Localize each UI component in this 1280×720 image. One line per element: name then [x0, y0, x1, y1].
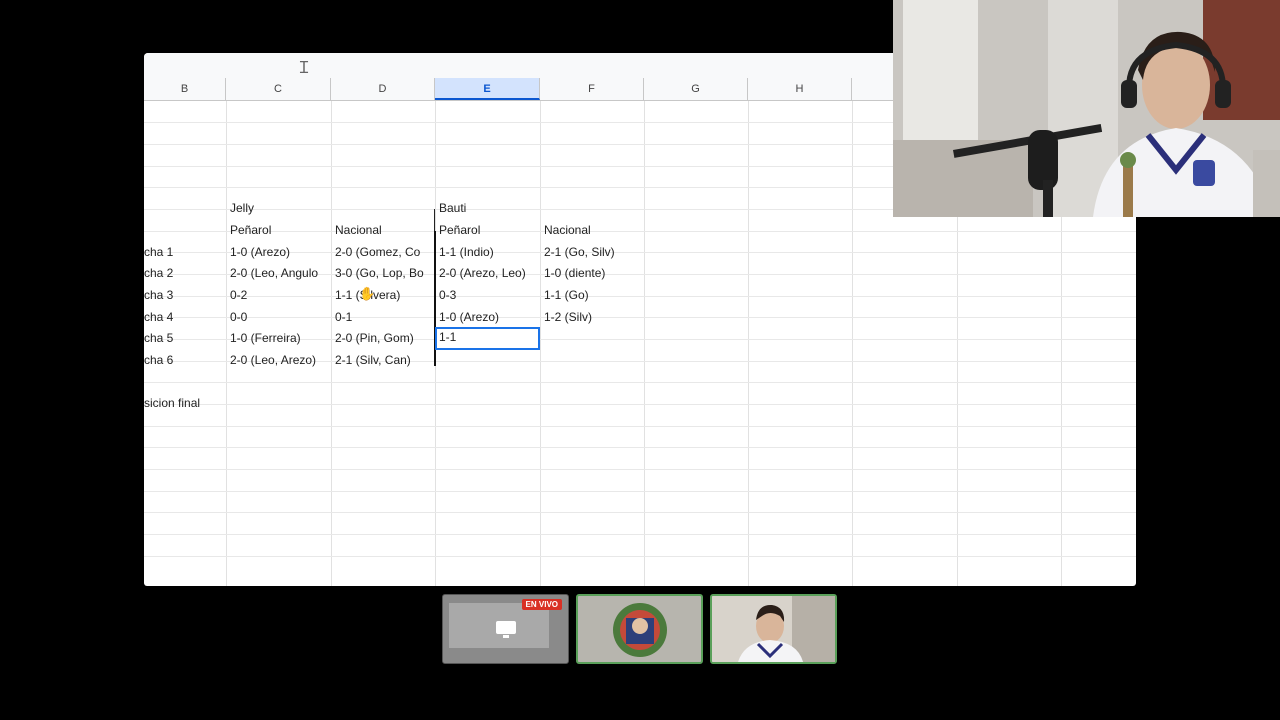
cell-e-team[interactable]: Peñarol — [436, 220, 540, 241]
hand-cursor-icon: ✋ — [359, 286, 376, 301]
cell-b-label[interactable]: cha 5 — [144, 328, 226, 349]
cell-b-label[interactable]: cha 2 — [144, 263, 226, 284]
cell-f-score[interactable]: 1-1 (Go) — [541, 285, 644, 306]
text-cursor-icon: Ｉ — [296, 58, 313, 77]
cell-e-score[interactable]: 1-0 (Arezo) — [436, 307, 540, 328]
cell-d-score[interactable]: 2-0 (Pin, Gom) — [332, 328, 435, 349]
cell-c-score[interactable]: 0-0 — [227, 307, 331, 328]
column-header-d[interactable]: D — [331, 78, 435, 100]
column-header-f[interactable]: F — [540, 78, 644, 100]
cell-c-score[interactable]: 0-2 — [227, 285, 331, 306]
live-badge: EN VIVO — [521, 599, 562, 610]
cell-c-score[interactable]: 2-0 (Leo, Angulo — [227, 263, 331, 284]
webcam-overlay — [893, 0, 1280, 217]
cell-c-score[interactable]: 1-0 (Ferreira) — [227, 328, 331, 349]
grid-line — [144, 556, 1136, 557]
grid-line — [144, 447, 1136, 448]
column-header-c[interactable]: C — [226, 78, 331, 100]
cell-f-score[interactable]: 1-0 (diente) — [541, 263, 644, 284]
grid-line — [852, 101, 853, 586]
cell-e-score[interactable]: 0-3 — [436, 285, 540, 306]
grid-line — [144, 491, 1136, 492]
participant-strip: EN VIVO — [442, 594, 842, 666]
cell-f-score[interactable]: 2-1 (Go, Silv) — [541, 242, 644, 263]
cell-d-score[interactable]: 3-0 (Go, Lop, Bo — [332, 263, 435, 284]
cell-b-label[interactable]: cha 1 — [144, 242, 226, 263]
cell-e-score[interactable]: 1-1 (Indio) — [436, 242, 540, 263]
cell-c-score[interactable]: 2-0 (Leo, Arezo) — [227, 350, 331, 371]
grid-line — [144, 426, 1136, 427]
cell-e-player[interactable]: Bauti — [436, 198, 540, 219]
cell-f-score[interactable]: 1-2 (Silv) — [541, 307, 644, 328]
cell-c-team[interactable]: Peñarol — [227, 220, 331, 241]
column-header-h[interactable]: H — [748, 78, 852, 100]
cell-d-score[interactable]: 2-1 (Silv, Can) — [332, 350, 435, 371]
column-header-e[interactable]: E — [435, 78, 540, 100]
cell-d-score[interactable]: 2-0 (Gomez, Co — [332, 242, 435, 263]
participant-video — [712, 596, 835, 662]
cell-d-score[interactable]: 1-1 (Silvera) — [332, 285, 435, 306]
participant-tile-guest[interactable] — [576, 594, 703, 664]
column-header-b[interactable]: B — [144, 78, 226, 100]
column-header-g[interactable]: G — [644, 78, 748, 100]
cell-c-score[interactable]: 1-0 (Arezo) — [227, 242, 331, 263]
screen-share-tile[interactable]: EN VIVO — [442, 594, 569, 664]
active-cell-editor[interactable]: 1-1 — [435, 327, 540, 350]
cell-c-player[interactable]: Jelly — [227, 198, 331, 219]
cell-b-final-position[interactable]: sicion final — [144, 393, 226, 414]
grid-line — [748, 101, 749, 586]
cell-f-team[interactable]: Nacional — [541, 220, 644, 241]
cell-f-score[interactable] — [541, 328, 644, 349]
cell-b-label[interactable]: cha 3 — [144, 285, 226, 306]
cell-b-label[interactable]: cha 6 — [144, 350, 226, 371]
cell-b-label[interactable]: cha 4 — [144, 307, 226, 328]
grid-line — [644, 101, 645, 586]
grid-line — [144, 469, 1136, 470]
grid-line — [144, 404, 1136, 405]
webcam-feed-image — [893, 0, 1280, 217]
grid-line — [144, 382, 1136, 383]
participant-tile-self[interactable] — [710, 594, 837, 664]
cell-d-team[interactable]: Nacional — [332, 220, 435, 241]
grid-line — [144, 534, 1136, 535]
screen-share-icon — [496, 621, 516, 638]
grid-line — [144, 512, 1136, 513]
cell-d-score[interactable]: 0-1 — [332, 307, 435, 328]
cell-e-score[interactable]: 2-0 (Arezo, Leo) — [436, 263, 540, 284]
participant-avatar — [613, 603, 667, 657]
